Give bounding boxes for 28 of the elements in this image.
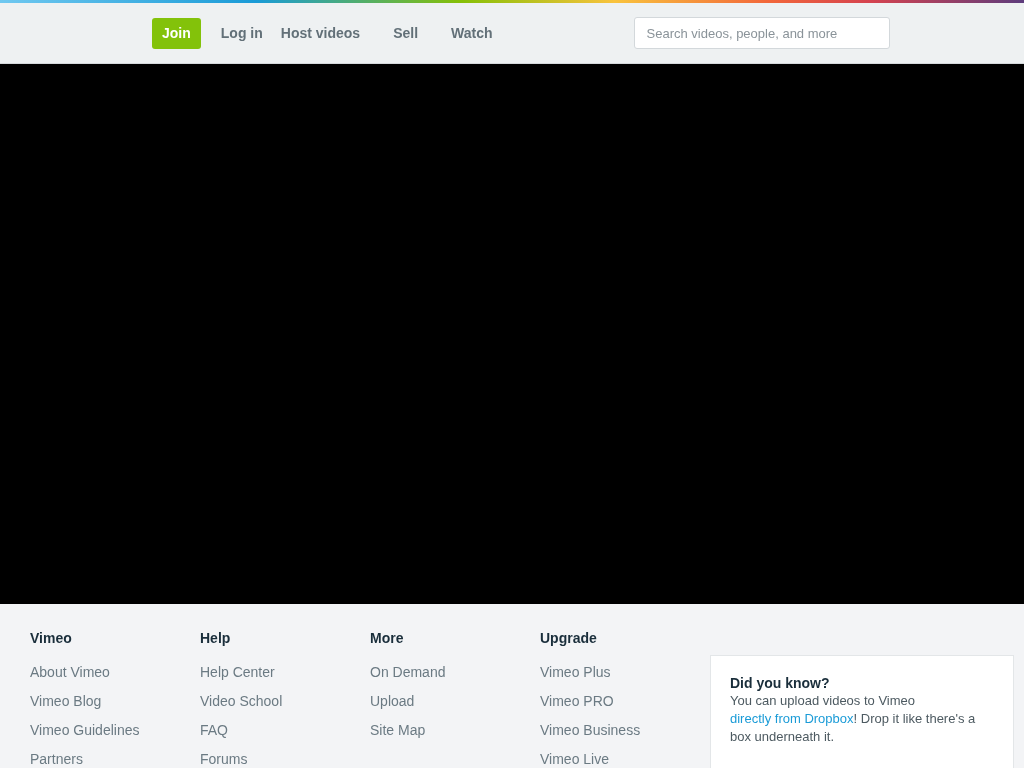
join-button[interactable]: Join	[152, 17, 201, 49]
footer-link[interactable]: Vimeo Guidelines	[30, 720, 140, 749]
dropbox-link[interactable]: directly from Dropbox	[730, 711, 854, 726]
footer-heading: More	[370, 629, 405, 648]
nav-link[interactable]: Sell	[393, 22, 419, 44]
footer-link[interactable]: Video School	[200, 691, 283, 720]
nav-link[interactable]: Host videos	[280, 22, 361, 44]
tip-text: You can upload videos to Vimeo directly from Dropbox! Drop it like there's a box underneath it.	[730, 692, 977, 746]
search-field[interactable]: Search videos, people, and more	[633, 17, 890, 49]
footer-link[interactable]: Vimeo PRO	[540, 691, 614, 720]
footer-link[interactable]: About Vimeo	[30, 662, 110, 691]
footer-heading: Vimeo	[30, 629, 73, 648]
footer-link[interactable]: Partners	[30, 749, 83, 768]
footer-link[interactable]: Help Center	[200, 662, 275, 691]
footer-link[interactable]: FAQ	[200, 720, 228, 749]
footer-link[interactable]: Vimeo Live	[540, 749, 609, 768]
tip-title: Did you know?	[730, 674, 831, 692]
footer-link[interactable]: Upload	[370, 691, 415, 720]
footer-link[interactable]: Forums	[200, 749, 248, 768]
footer-link[interactable]: Site Map	[370, 720, 426, 749]
footer-heading: Help	[200, 629, 232, 648]
nav-link[interactable]: Watch	[451, 22, 493, 44]
footer-link[interactable]: On Demand	[370, 662, 446, 691]
footer-heading: Upgrade	[540, 629, 598, 648]
nav-link[interactable]: Log in	[220, 22, 263, 44]
footer-link[interactable]: Vimeo Blog	[30, 691, 102, 720]
footer-link[interactable]: Vimeo Plus	[540, 662, 611, 691]
footer-link[interactable]: Vimeo Business	[540, 720, 641, 749]
